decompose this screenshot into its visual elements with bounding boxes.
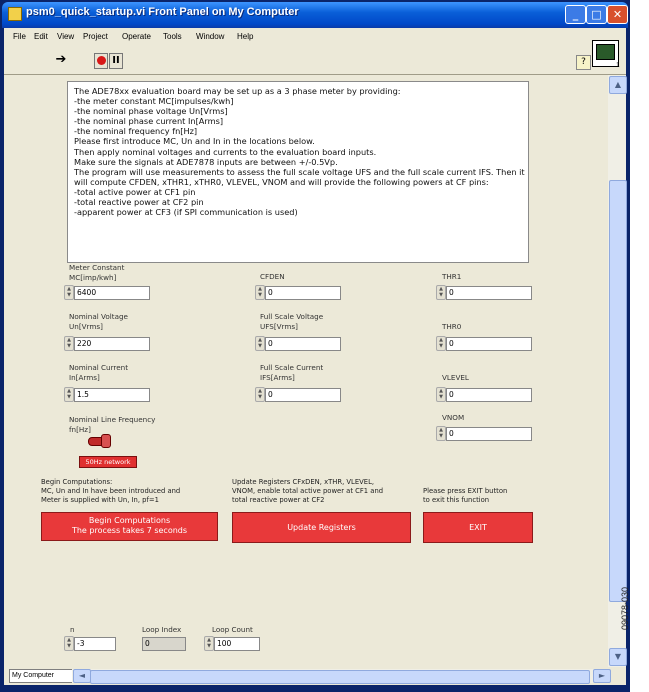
cfden-value: 0 xyxy=(265,286,341,300)
thr0-stepper[interactable]: ▲ ▼ xyxy=(436,336,446,351)
menu-window[interactable]: Window xyxy=(196,32,224,41)
begin-computations-button[interactable]: Begin Computations The process takes 7 s… xyxy=(41,512,218,541)
n-label: n xyxy=(70,625,75,634)
vnom-label: VNOM xyxy=(442,413,465,422)
menu-file[interactable]: File xyxy=(13,32,26,41)
horizontal-scroll-thumb[interactable] xyxy=(90,670,590,684)
ifs-label: Full Scale Current xyxy=(260,363,324,372)
thr0-value: 0 xyxy=(446,337,532,351)
menu-tools[interactable]: Tools xyxy=(163,32,182,41)
cfden-label: CFDEN xyxy=(260,272,285,281)
maximize-button[interactable]: □ xyxy=(586,5,607,24)
minimize-button[interactable]: _ xyxy=(565,5,586,24)
nominal-voltage-unit: Un[Vrms] xyxy=(69,322,103,331)
scroll-down-icon[interactable]: ▼ xyxy=(609,648,627,666)
ufs-value: 0 xyxy=(265,337,341,351)
exit-button[interactable]: EXIT xyxy=(423,512,533,543)
close-button[interactable]: ✕ xyxy=(607,5,628,24)
thr1-stepper[interactable]: ▲ ▼ xyxy=(436,285,446,300)
ifs-value: 0 xyxy=(265,388,341,402)
nominal-current-unit: In[Arms] xyxy=(69,373,100,382)
begin-note: Begin Computations: MC, Un and In have b… xyxy=(41,478,181,504)
meter-constant-input[interactable]: 6400 xyxy=(74,286,150,300)
scroll-right-icon[interactable]: ► xyxy=(593,669,611,683)
nominal-voltage-input[interactable]: 220 xyxy=(74,337,150,351)
meter-constant-unit: MC[imp/kwh] xyxy=(69,273,117,282)
loop-index-value: 0 xyxy=(142,637,186,651)
loop-count-input[interactable]: 100 xyxy=(214,637,260,651)
context-indicator: My Computer xyxy=(9,669,75,683)
vlevel-label: VLEVEL xyxy=(442,373,469,382)
nominal-voltage-stepper[interactable]: ▲ ▼ xyxy=(64,336,74,351)
vertical-scroll-thumb[interactable] xyxy=(609,180,627,602)
nominal-current-input[interactable]: 1.5 xyxy=(74,388,150,402)
scroll-up-icon[interactable]: ▲ xyxy=(609,76,627,94)
thr1-label: THR1 xyxy=(442,272,462,281)
ifs-unit: IFS[Arms] xyxy=(260,373,295,382)
menu-view[interactable]: View xyxy=(57,32,74,41)
vi-icon xyxy=(592,40,619,67)
update-registers-button[interactable]: Update Registers xyxy=(232,512,411,543)
cfden-stepper[interactable]: ▲ ▼ xyxy=(255,285,265,300)
vlevel-value: 0 xyxy=(446,388,532,402)
frequency-indicator: 50Hz network xyxy=(79,456,137,468)
window-title: psm0_quick_startup.vi Front Panel on My … xyxy=(26,6,299,18)
nominal-current-label: Nominal Current xyxy=(69,363,129,372)
nominal-voltage-label: Nominal Voltage xyxy=(69,312,128,321)
vi-icon-number: 1 xyxy=(616,62,620,69)
n-input[interactable]: -3 xyxy=(74,637,116,651)
thr0-label: THR0 xyxy=(442,322,462,331)
labview-app-icon xyxy=(8,7,22,21)
nominal-frequency-label: Nominal Line Frequency xyxy=(69,415,156,424)
n-stepper[interactable]: ▲ ▼ xyxy=(64,636,74,651)
exit-note: Please press EXIT button to exit this fu… xyxy=(423,487,508,504)
vnom-value: 0 xyxy=(446,427,532,441)
nominal-frequency-unit: fn[Hz] xyxy=(69,425,91,434)
menu-help[interactable]: Help xyxy=(237,32,253,41)
loop-count-label: Loop Count xyxy=(212,625,253,634)
figure-code: 09078-030 xyxy=(620,586,630,630)
description-text: The ADE78xx evaluation board may be set … xyxy=(74,86,525,218)
thr1-value: 0 xyxy=(446,286,532,300)
vlevel-stepper[interactable]: ▲ ▼ xyxy=(436,387,446,402)
scroll-left-icon[interactable]: ◄ xyxy=(73,669,91,683)
ufs-label: Full Scale Voltage xyxy=(260,312,324,321)
nominal-current-stepper[interactable]: ▲ ▼ xyxy=(64,387,74,402)
pause-icon[interactable]: II xyxy=(109,53,123,69)
context-help-icon[interactable]: ? xyxy=(576,55,591,70)
frequency-switch-knob[interactable] xyxy=(101,434,111,448)
vnom-stepper[interactable]: ▲ ▼ xyxy=(436,426,446,441)
meter-constant-stepper[interactable]: ▲ ▼ xyxy=(64,285,74,300)
meter-constant-label: Meter Constant xyxy=(69,263,125,272)
ifs-stepper[interactable]: ▲ ▼ xyxy=(255,387,265,402)
loop-count-stepper[interactable]: ▲ ▼ xyxy=(204,636,214,651)
update-note: Update Registers CFxDEN, xTHR, VLEVEL, V… xyxy=(232,478,384,504)
menu-edit[interactable]: Edit xyxy=(34,32,48,41)
menu-operate[interactable]: Operate xyxy=(122,32,151,41)
run-arrow-icon[interactable]: ➔ xyxy=(52,52,70,68)
loop-index-label: Loop Index xyxy=(142,625,182,634)
ufs-stepper[interactable]: ▲ ▼ xyxy=(255,336,265,351)
menu-project[interactable]: Project xyxy=(83,32,108,41)
ufs-unit: UFS[Vrms] xyxy=(260,322,298,331)
abort-icon[interactable] xyxy=(94,53,108,69)
